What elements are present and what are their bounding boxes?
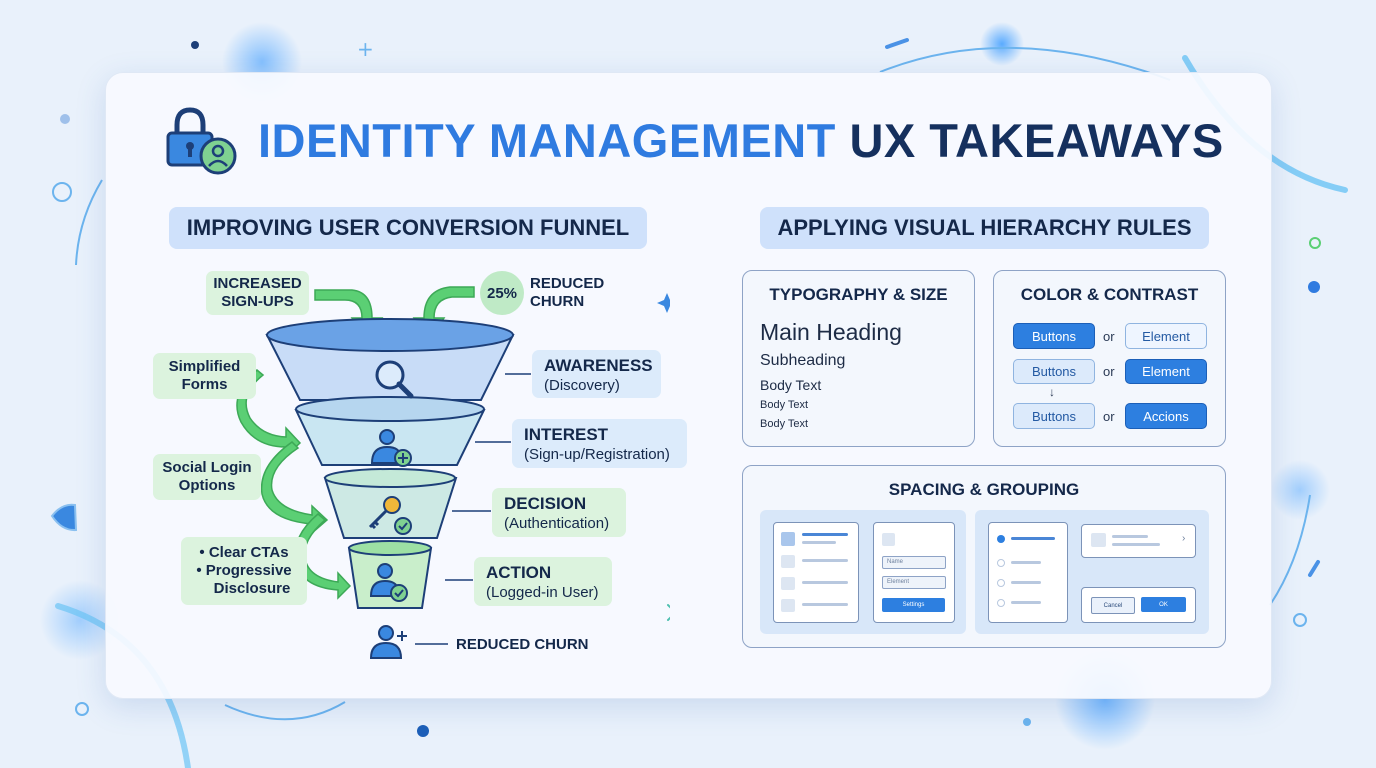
form-field-name[interactable]: Name [882, 556, 946, 569]
sample-button-dark[interactable]: Buttons [1013, 323, 1095, 349]
or-label: or [1103, 329, 1115, 344]
field-label: Name [887, 559, 904, 565]
sample-element-light[interactable]: Element [1125, 323, 1207, 349]
callout-line: Simplified [168, 358, 241, 375]
spacing-panel-heading: SPACING & GROUPING [888, 480, 1080, 499]
callout-line: CHURN [530, 293, 585, 310]
callout-line: • Progressive [196, 562, 292, 579]
form-field-element[interactable]: Element [882, 576, 946, 589]
or-label: or [1103, 364, 1115, 379]
stage-name: DECISION [504, 494, 587, 513]
wireframe-list-card [773, 522, 859, 623]
sample-body-text-small: Body Text [760, 418, 809, 430]
svg-text:+: + [357, 37, 374, 61]
sample-element-dark[interactable]: Element [1125, 359, 1207, 384]
callout-social-login: Social Login Options [153, 454, 261, 500]
wireframe-list-item: › [1081, 524, 1196, 558]
field-label: Element [887, 579, 910, 585]
callout-line: Forms [181, 376, 228, 393]
churn-percent-badge: 25% [480, 271, 524, 315]
form-settings-button[interactable]: Settings [882, 598, 945, 612]
down-arrow-icon: ↓ [1049, 385, 1055, 399]
stage-subtitle: (Sign-up/Registration) [524, 446, 670, 463]
sample-body-text-small: Body Text [760, 399, 809, 411]
sample-actions-dark[interactable]: Accions [1125, 403, 1207, 429]
callout-clear-ctas: • Clear CTAs • Progressive Disclosure [181, 537, 307, 605]
stage-awareness: AWARENESS (Discovery) [532, 350, 661, 398]
callout-line: INCREASED [213, 275, 302, 292]
title-part-2: UX TAKEAWAYS [849, 114, 1224, 167]
color-panel-heading: COLOR & CONTRAST [1020, 285, 1199, 304]
callout-line: • Clear CTAs [199, 544, 289, 561]
callout-line: SIGN-UPS [221, 293, 294, 310]
callout-reduced-churn: REDUCED CHURN [530, 275, 604, 311]
sample-body-text: Body Text [760, 377, 822, 393]
callout-line: Disclosure [213, 580, 291, 597]
callout-line: REDUCED [530, 275, 605, 292]
outcome-user-icon [369, 625, 407, 659]
lock-user-icon [166, 107, 237, 175]
outcome-reduced-churn: REDUCED CHURN [456, 636, 589, 653]
stage-subtitle: (Authentication) [504, 515, 610, 532]
sample-subheading: Subheading [760, 352, 846, 369]
callout-increased-signups: INCREASED SIGN-UPS [206, 271, 309, 315]
sample-button-light[interactable]: Buttons [1013, 359, 1095, 384]
page-title: IDENTITY MANAGEMENT UX TAKEAWAYS [258, 113, 1224, 168]
callout-line: Social Login [162, 459, 252, 476]
typography-panel: TYPOGRAPHY & SIZE Main Heading Subheadin… [742, 270, 975, 447]
funnel-section-heading: IMPROVING USER CONVERSION FUNNEL [169, 207, 647, 249]
dialog-ok-button[interactable]: OK [1141, 597, 1186, 612]
hierarchy-section-heading: APPLYING VISUAL HIERARCHY RULES [760, 207, 1209, 249]
stage-name: AWARENESS [544, 356, 653, 375]
wireframe-nav-list [988, 522, 1068, 623]
stage-interest: INTEREST (Sign-up/Registration) [512, 419, 687, 468]
callout-line: Options [178, 477, 236, 494]
color-contrast-panel: COLOR & CONTRAST Buttons or Element Butt… [993, 270, 1226, 447]
stage-name: ACTION [486, 563, 552, 582]
stage-subtitle: (Discovery) [544, 377, 620, 394]
stage-subtitle: (Logged-in User) [486, 584, 599, 601]
chevron-right-icon: › [1182, 533, 1186, 544]
sample-button-light[interactable]: Buttons [1013, 403, 1095, 429]
title-part-1: IDENTITY MANAGEMENT [258, 114, 836, 167]
wireframe-form: Name Element Settings [873, 522, 955, 623]
typography-panel-heading: TYPOGRAPHY & SIZE [769, 285, 948, 304]
stage-decision: DECISION (Authentication) [492, 488, 626, 537]
callout-simplified-forms: Simplified Forms [153, 353, 256, 399]
stage-name: INTEREST [524, 425, 609, 444]
or-label: or [1103, 409, 1115, 424]
dialog-cancel-button[interactable]: Cancel [1091, 597, 1135, 614]
spacing-grouping-panel: SPACING & GROUPING Name Element Settings [742, 465, 1226, 648]
stage-action: ACTION (Logged-in User) [474, 557, 612, 606]
wireframe-dialog: Cancel OK [1081, 587, 1196, 623]
sample-main-heading: Main Heading [760, 319, 902, 345]
